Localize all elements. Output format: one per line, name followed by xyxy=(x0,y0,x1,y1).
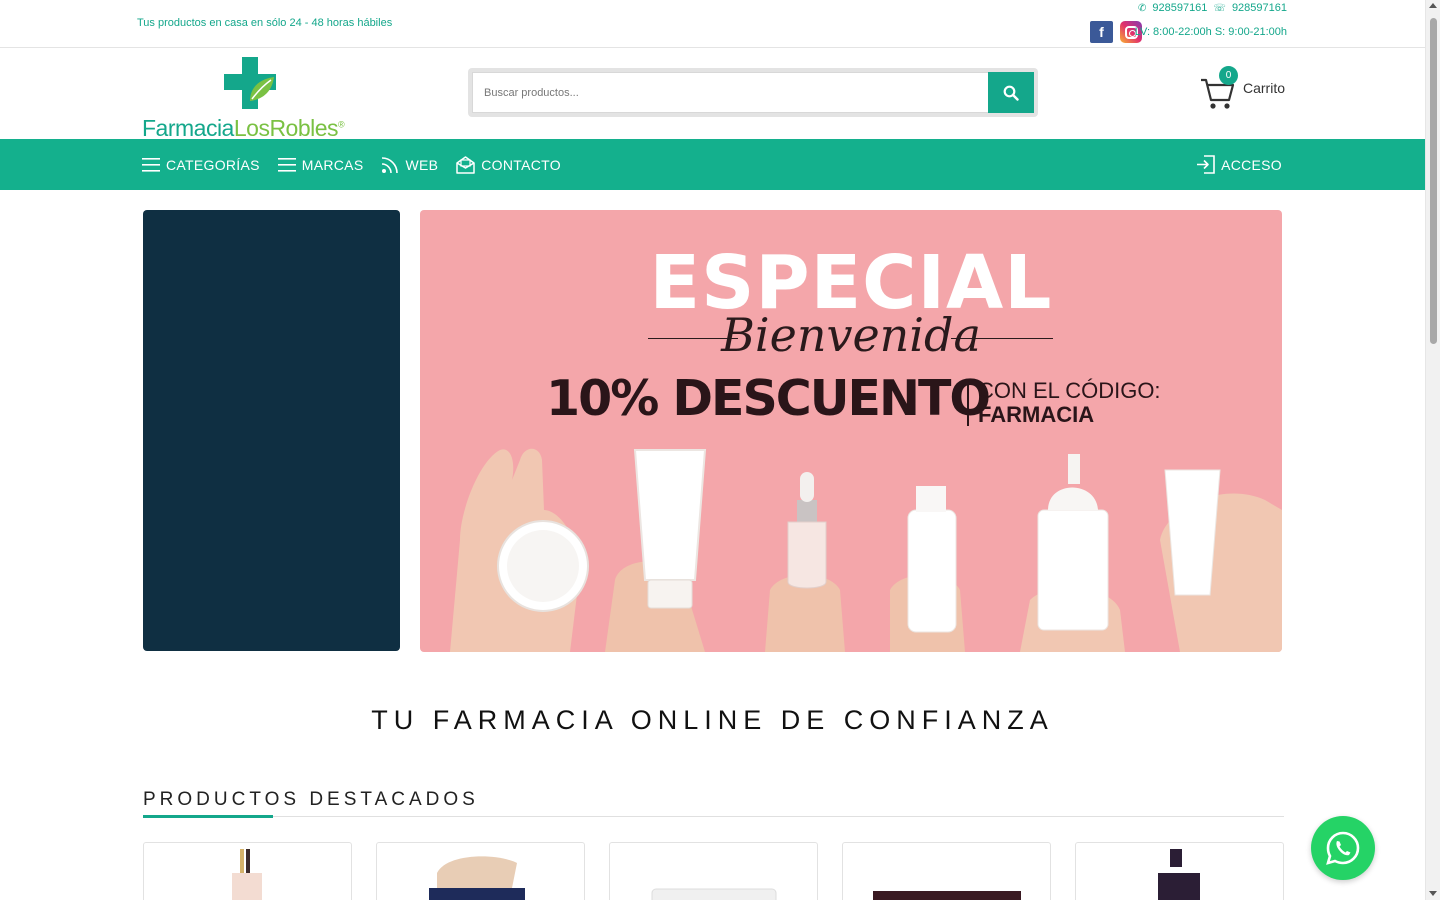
cart-label: Carrito xyxy=(1243,80,1286,96)
product-image xyxy=(232,849,262,900)
product-card[interactable] xyxy=(143,842,352,900)
whatsapp-small-icon: ☏ xyxy=(1213,2,1226,14)
rss-icon xyxy=(382,156,399,173)
search-button[interactable] xyxy=(988,72,1034,113)
phone-number-link[interactable]: 928597161 xyxy=(1152,2,1207,14)
facebook-icon[interactable]: f xyxy=(1090,21,1113,43)
nav-contact[interactable]: CONTACTO xyxy=(456,155,561,174)
product-image xyxy=(651,888,777,900)
nav-contact-label: CONTACTO xyxy=(481,156,561,173)
pharmacy-cross-icon xyxy=(224,57,276,109)
contact-phones: ✆ 928597161 ☏ 928597161 xyxy=(1138,2,1287,14)
featured-products-title: PRODUCTOS DESTACADOS xyxy=(143,789,479,810)
product-card[interactable] xyxy=(376,842,585,900)
sign-in-icon xyxy=(1197,155,1215,174)
nav-categories[interactable]: CATEGORÍAS xyxy=(142,157,260,173)
product-card[interactable] xyxy=(842,842,1051,900)
banner-code: FARMACIA xyxy=(978,402,1095,427)
envelope-icon xyxy=(456,155,476,174)
nav-brands[interactable]: MARCAS xyxy=(277,156,364,173)
whatsapp-button[interactable] xyxy=(1311,816,1375,880)
promo-banner[interactable]: ESPECIAL Bienvenida 10% DESCUENTO CON EL… xyxy=(420,210,1282,652)
product-cards xyxy=(143,842,1284,900)
product-image xyxy=(873,891,1021,900)
scroll-down-arrow-icon[interactable] xyxy=(1429,891,1437,896)
search-input[interactable] xyxy=(472,72,989,113)
featured-accent-bar xyxy=(143,815,273,818)
search-icon xyxy=(1003,85,1019,101)
header: FarmaciaLosRobles® 0 Carrito xyxy=(0,49,1425,141)
banner-code-label: CON EL CÓDIGO: xyxy=(978,378,1161,403)
featured-divider xyxy=(143,816,1284,817)
product-image xyxy=(429,856,525,900)
scrollbar-thumb[interactable] xyxy=(1430,18,1437,344)
page-scrollbar[interactable] xyxy=(1425,0,1440,900)
nav-web[interactable]: WEB xyxy=(381,156,438,174)
banner-discount: 10% DESCUENTO xyxy=(546,370,991,427)
phone-icon: ✆ xyxy=(1137,2,1147,14)
logo-wordmark: FarmaciaLosRobles® xyxy=(142,115,345,141)
menu-icon xyxy=(142,157,160,172)
side-panel xyxy=(143,210,400,651)
nav-brands-label: MARCAS xyxy=(301,156,364,173)
product-image xyxy=(1158,849,1200,900)
main-nav: CATEGORÍAS MARCAS WEB CONTACTO ACCESO xyxy=(0,139,1425,190)
nav-web-label: WEB xyxy=(405,156,439,173)
banner-script-text: Bienvenida xyxy=(721,308,981,362)
login-link[interactable]: ACCESO xyxy=(1196,139,1282,190)
whatsapp-number-link[interactable]: 928597161 xyxy=(1232,2,1287,14)
page: Tus productos en casa en sólo 24 - 48 ho… xyxy=(0,0,1425,900)
section-tagline: TU FARMACIA ONLINE DE CONFIANZA xyxy=(371,705,1054,735)
top-bar: Tus productos en casa en sólo 24 - 48 ho… xyxy=(0,0,1425,48)
cart-button[interactable]: 0 Carrito xyxy=(1200,66,1290,111)
site-logo[interactable]: FarmaciaLosRobles® xyxy=(142,57,372,141)
product-card[interactable] xyxy=(609,842,818,900)
nav-categories-label: CATEGORÍAS xyxy=(166,156,260,173)
scroll-up-arrow-icon[interactable] xyxy=(1429,3,1437,8)
product-card[interactable] xyxy=(1075,842,1284,900)
banner-separator xyxy=(967,380,969,426)
cart-count-badge: 0 xyxy=(1219,66,1238,85)
search-bar xyxy=(468,68,1038,117)
whatsapp-icon xyxy=(1326,831,1360,865)
opening-hours: LV: 8:00-22:00h S: 9:00-21:00h xyxy=(1134,26,1287,38)
menu-icon xyxy=(277,157,296,172)
login-label: ACCESO xyxy=(1221,156,1282,173)
shipping-tagline: Tus productos en casa en sólo 24 - 48 ho… xyxy=(137,17,393,29)
